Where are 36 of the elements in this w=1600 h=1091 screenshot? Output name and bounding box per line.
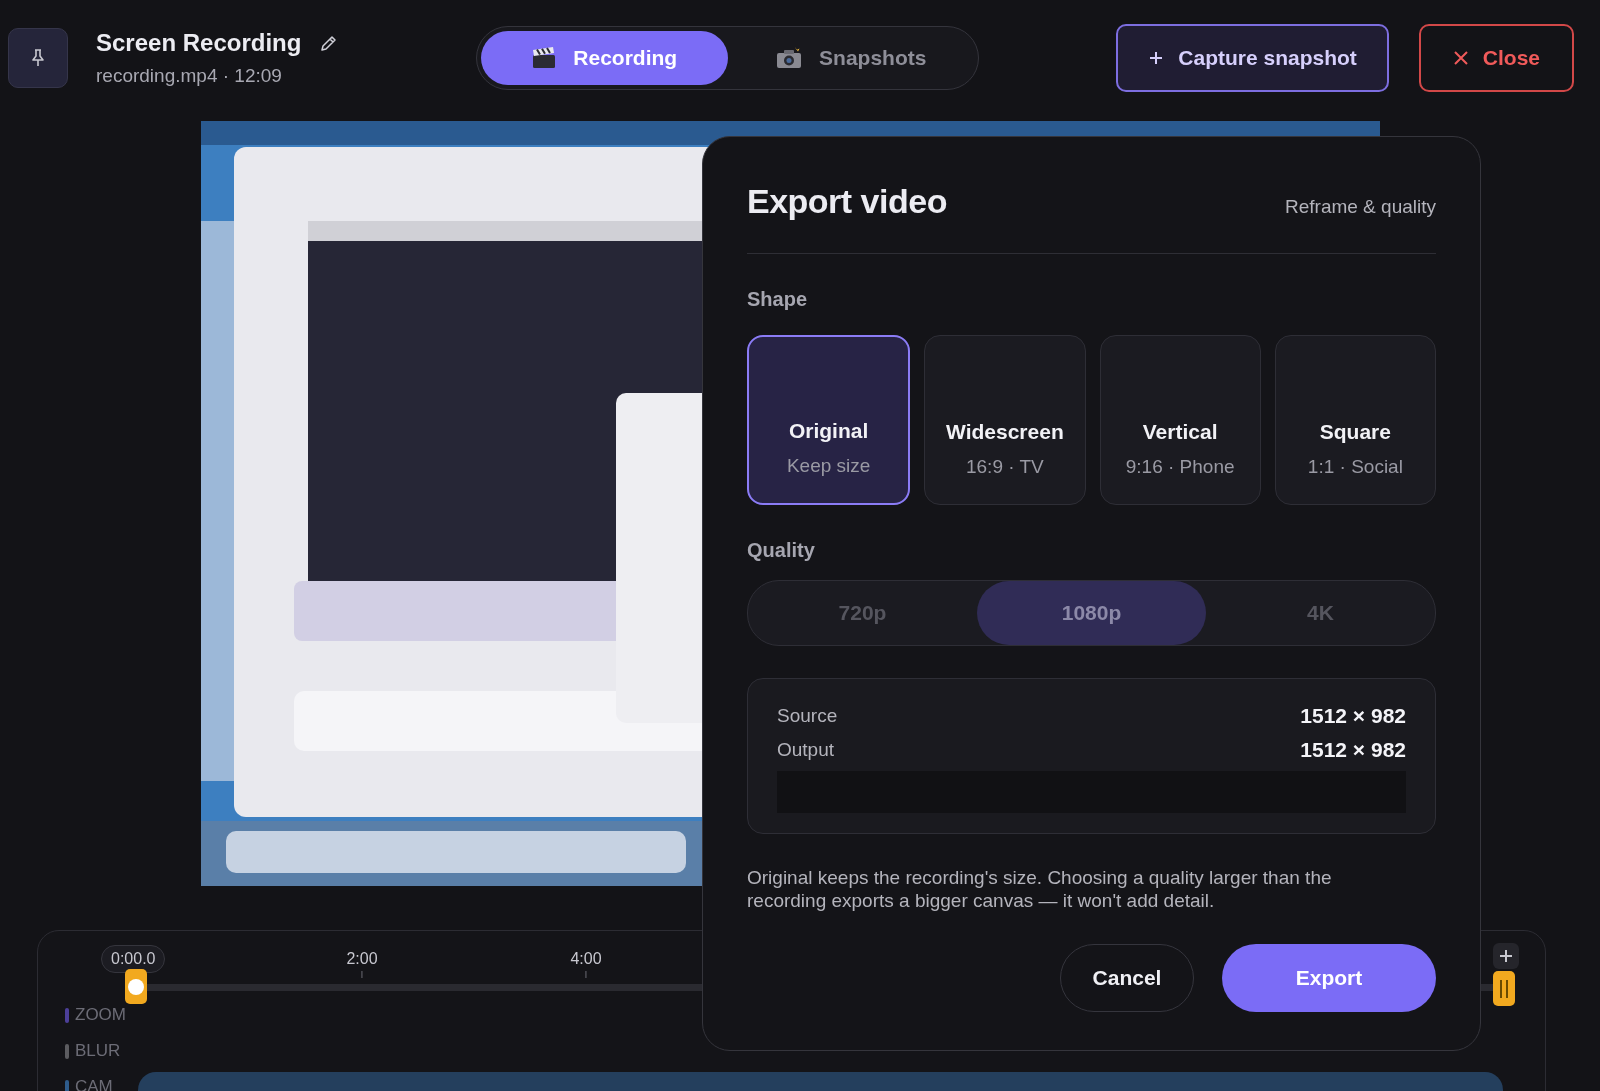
dialog-subtitle: Reframe & quality xyxy=(1285,196,1436,218)
close-button[interactable]: Close xyxy=(1418,23,1574,92)
section-label: Quality xyxy=(747,539,816,562)
export-button[interactable]: Export xyxy=(1222,944,1436,1012)
recording-title: Screen Recording xyxy=(96,28,302,57)
cancel-button[interactable]: Cancel xyxy=(1060,944,1194,1012)
view-tab[interactable]: Snapshots xyxy=(727,30,974,85)
info-value: 1512 × 982 xyxy=(1300,738,1406,762)
pin-icon xyxy=(30,48,46,67)
view-tab[interactable]: Recording xyxy=(481,30,728,85)
close-icon xyxy=(1452,49,1469,66)
capture-snapshot-button[interactable]: Capture snapshot xyxy=(1116,23,1389,92)
plus-icon xyxy=(1499,949,1513,963)
track-label: BLUR xyxy=(75,1041,121,1061)
shape-option[interactable]: Widescreen 16:9 · TV xyxy=(924,335,1086,505)
time-tick-label: 2:00 xyxy=(346,950,378,968)
help-text: Original keeps the recording's size. Choosing a quality larger than the recording exports a bigger canvas — it won't add detail. xyxy=(747,866,1333,912)
time-tick-label: 4:00 xyxy=(570,950,602,968)
shape-option[interactable]: Vertical 9:16 · Phone xyxy=(1099,335,1261,505)
playhead-time: 0:00.0 xyxy=(101,945,166,973)
info-label: Source xyxy=(777,705,838,727)
shape-option[interactable]: Original Keep size xyxy=(747,335,911,505)
section-label: Shape xyxy=(747,288,809,311)
quality-option[interactable]: 1080p xyxy=(977,581,1206,645)
info-label: Output xyxy=(777,739,835,761)
track-label: ZOOM xyxy=(75,1005,126,1025)
file-info: recording.mp4 · 12:09 xyxy=(96,64,283,87)
shape-option[interactable]: Square 1:1 · Social xyxy=(1274,335,1436,505)
pin-button[interactable] xyxy=(8,27,68,88)
clapper-icon xyxy=(531,45,558,70)
add-button[interactable] xyxy=(1493,943,1519,969)
playhead-handle[interactable] xyxy=(125,969,147,1004)
plus-icon xyxy=(1148,49,1165,66)
trim-end-handle[interactable] xyxy=(1493,971,1515,1006)
info-value: 1512 × 982 xyxy=(1300,704,1406,728)
dialog-title: Export video xyxy=(747,181,947,221)
